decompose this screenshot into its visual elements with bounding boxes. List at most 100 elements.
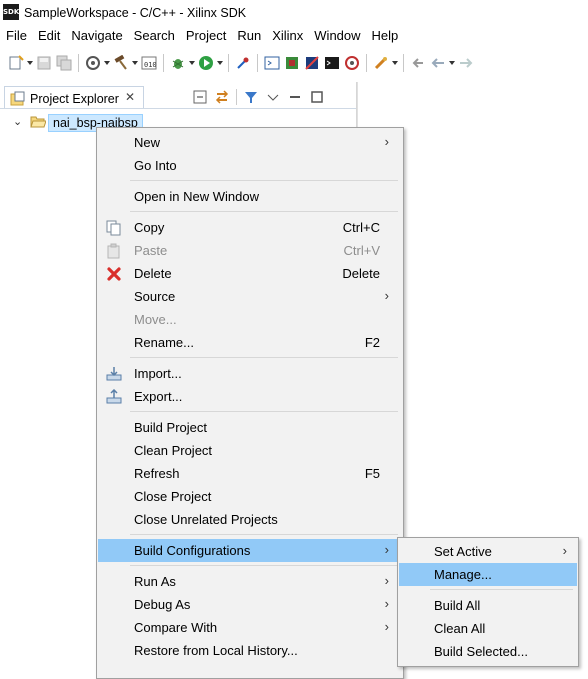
open-folder-icon <box>30 115 47 128</box>
menu-item-close-unrelated[interactable]: Close Unrelated Projects <box>98 508 402 531</box>
hardware-icon[interactable] <box>284 55 300 71</box>
submenu-item-build-selected[interactable]: Build Selected... <box>399 640 577 663</box>
menu-item-label: Refresh <box>134 466 180 481</box>
submenu-item-manage[interactable]: Manage... <box>399 563 577 586</box>
external-tools-icon[interactable] <box>373 55 389 71</box>
menu-item-label: Export... <box>134 389 183 404</box>
menu-item-label: Build Project <box>134 420 207 435</box>
build-hammer-icon[interactable] <box>113 54 129 71</box>
menu-item-copy[interactable]: Copy Ctrl+C <box>98 216 402 239</box>
menu-item-new[interactable]: New › <box>98 131 402 154</box>
menu-project[interactable]: Project <box>180 26 231 46</box>
menu-item-go-into[interactable]: Go Into <box>98 154 402 177</box>
menu-separator <box>130 357 398 358</box>
menu-file[interactable]: File <box>0 26 32 46</box>
menu-item-refresh[interactable]: Refresh F5 <box>98 462 402 485</box>
shortcut-label: Delete <box>342 266 380 281</box>
menu-item-label: Open in New Window <box>134 189 259 204</box>
menu-item-label: Paste <box>134 243 168 258</box>
submenu-arrow-icon: › <box>384 619 389 634</box>
menu-item-label: New <box>134 135 161 150</box>
menu-item-label: Rename... <box>134 335 194 350</box>
menu-item-delete[interactable]: Delete Delete <box>98 262 402 285</box>
project-explorer-icon <box>10 91 26 107</box>
menu-item-label: Go Into <box>134 158 177 173</box>
submenu-arrow-icon: › <box>384 288 389 303</box>
menu-item-clean-project[interactable]: Clean Project <box>98 439 402 462</box>
close-tab-icon[interactable]: ✕ <box>125 90 135 104</box>
collapse-all-icon[interactable] <box>192 89 208 105</box>
terminal-icon[interactable] <box>264 55 280 71</box>
filter-icon[interactable] <box>243 89 259 105</box>
save-all-icon[interactable] <box>56 55 72 71</box>
submenu-item-build-all[interactable]: Build All <box>399 594 577 617</box>
toolbar-separator <box>236 89 237 105</box>
manage-configurations-icon[interactable] <box>85 55 101 71</box>
menu-item-restore-local-history[interactable]: Restore from Local History... <box>98 639 402 662</box>
tools-dropdown-icon[interactable] <box>391 55 399 71</box>
back-dropdown-icon[interactable] <box>448 55 456 71</box>
menu-item-label: Clean Project <box>134 443 213 458</box>
submenu-item-clean-all[interactable]: Clean All <box>399 617 577 640</box>
debug-dropdown-icon[interactable] <box>188 55 196 71</box>
run-dropdown-icon[interactable] <box>216 55 224 71</box>
view-menu-icon[interactable] <box>265 89 281 105</box>
pin-icon[interactable] <box>235 55 251 71</box>
program-fpga-icon[interactable] <box>304 55 320 71</box>
menu-search[interactable]: Search <box>128 26 180 46</box>
menu-item-rename[interactable]: Rename... F2 <box>98 331 402 354</box>
forward-arrow-icon[interactable] <box>458 55 474 71</box>
minimize-icon[interactable] <box>287 89 303 105</box>
menu-xilinx[interactable]: Xilinx <box>266 26 308 46</box>
config-dropdown-icon[interactable] <box>103 55 111 71</box>
shortcut-label: Ctrl+V <box>343 243 380 258</box>
submenu-item-set-active[interactable]: Set Active › <box>399 540 577 563</box>
menu-item-label: Clean All <box>434 621 486 636</box>
menu-item-source[interactable]: Source › <box>98 285 402 308</box>
new-dropdown-icon[interactable] <box>26 55 34 71</box>
run-icon[interactable] <box>198 55 214 71</box>
menu-item-label: Debug As <box>134 597 191 612</box>
maximize-icon[interactable] <box>309 89 325 105</box>
menu-item-label: Set Active <box>434 544 492 559</box>
menu-item-import[interactable]: Import... <box>98 362 402 385</box>
shortcut-label: F2 <box>364 335 380 350</box>
menu-item-label: Close Unrelated Projects <box>134 512 278 527</box>
menu-help[interactable]: Help <box>366 26 404 46</box>
paste-icon <box>106 243 122 259</box>
menu-item-label: Manage... <box>434 567 492 582</box>
menu-item-close-project[interactable]: Close Project <box>98 485 402 508</box>
menu-item-label: Source <box>134 289 176 304</box>
menu-item-debug-as[interactable]: Debug As › <box>98 593 402 616</box>
menu-edit[interactable]: Edit <box>32 26 65 46</box>
explorer-toolbar <box>192 89 325 105</box>
save-icon[interactable] <box>36 55 52 71</box>
menu-item-build-configurations[interactable]: Build Configurations › <box>98 539 402 562</box>
menu-bar: File Edit Navigate Search Project Run Xi… <box>0 26 588 46</box>
new-file-icon[interactable] <box>8 55 24 71</box>
console-icon[interactable] <box>324 55 340 71</box>
build-dropdown-icon[interactable] <box>131 55 139 71</box>
binary-icon[interactable]: 010 <box>141 55 157 71</box>
menu-run[interactable]: Run <box>231 26 266 46</box>
menu-item-paste[interactable]: Paste Ctrl+V <box>98 239 402 262</box>
menu-item-label: Close Project <box>134 489 212 504</box>
xmd-icon[interactable] <box>344 55 360 71</box>
menu-item-move[interactable]: Move... <box>98 308 402 331</box>
last-edit-icon[interactable] <box>410 55 426 71</box>
back-arrow-icon[interactable] <box>430 55 446 71</box>
menu-separator <box>130 411 398 412</box>
export-icon <box>106 388 122 405</box>
menu-item-label: Move... <box>134 312 177 327</box>
menu-item-run-as[interactable]: Run As › <box>98 570 402 593</box>
toolbar-separator <box>366 54 367 72</box>
menu-window[interactable]: Window <box>308 26 365 46</box>
menu-item-build-project[interactable]: Build Project <box>98 416 402 439</box>
expand-chevron-icon[interactable]: ⌄ <box>13 115 22 128</box>
menu-navigate[interactable]: Navigate <box>65 26 127 46</box>
menu-item-export[interactable]: Export... <box>98 385 402 408</box>
debug-bug-icon[interactable] <box>170 55 186 71</box>
menu-item-open-new-window[interactable]: Open in New Window <box>98 185 402 208</box>
menu-item-compare-with[interactable]: Compare With › <box>98 616 402 639</box>
link-with-editor-icon[interactable] <box>214 89 230 105</box>
